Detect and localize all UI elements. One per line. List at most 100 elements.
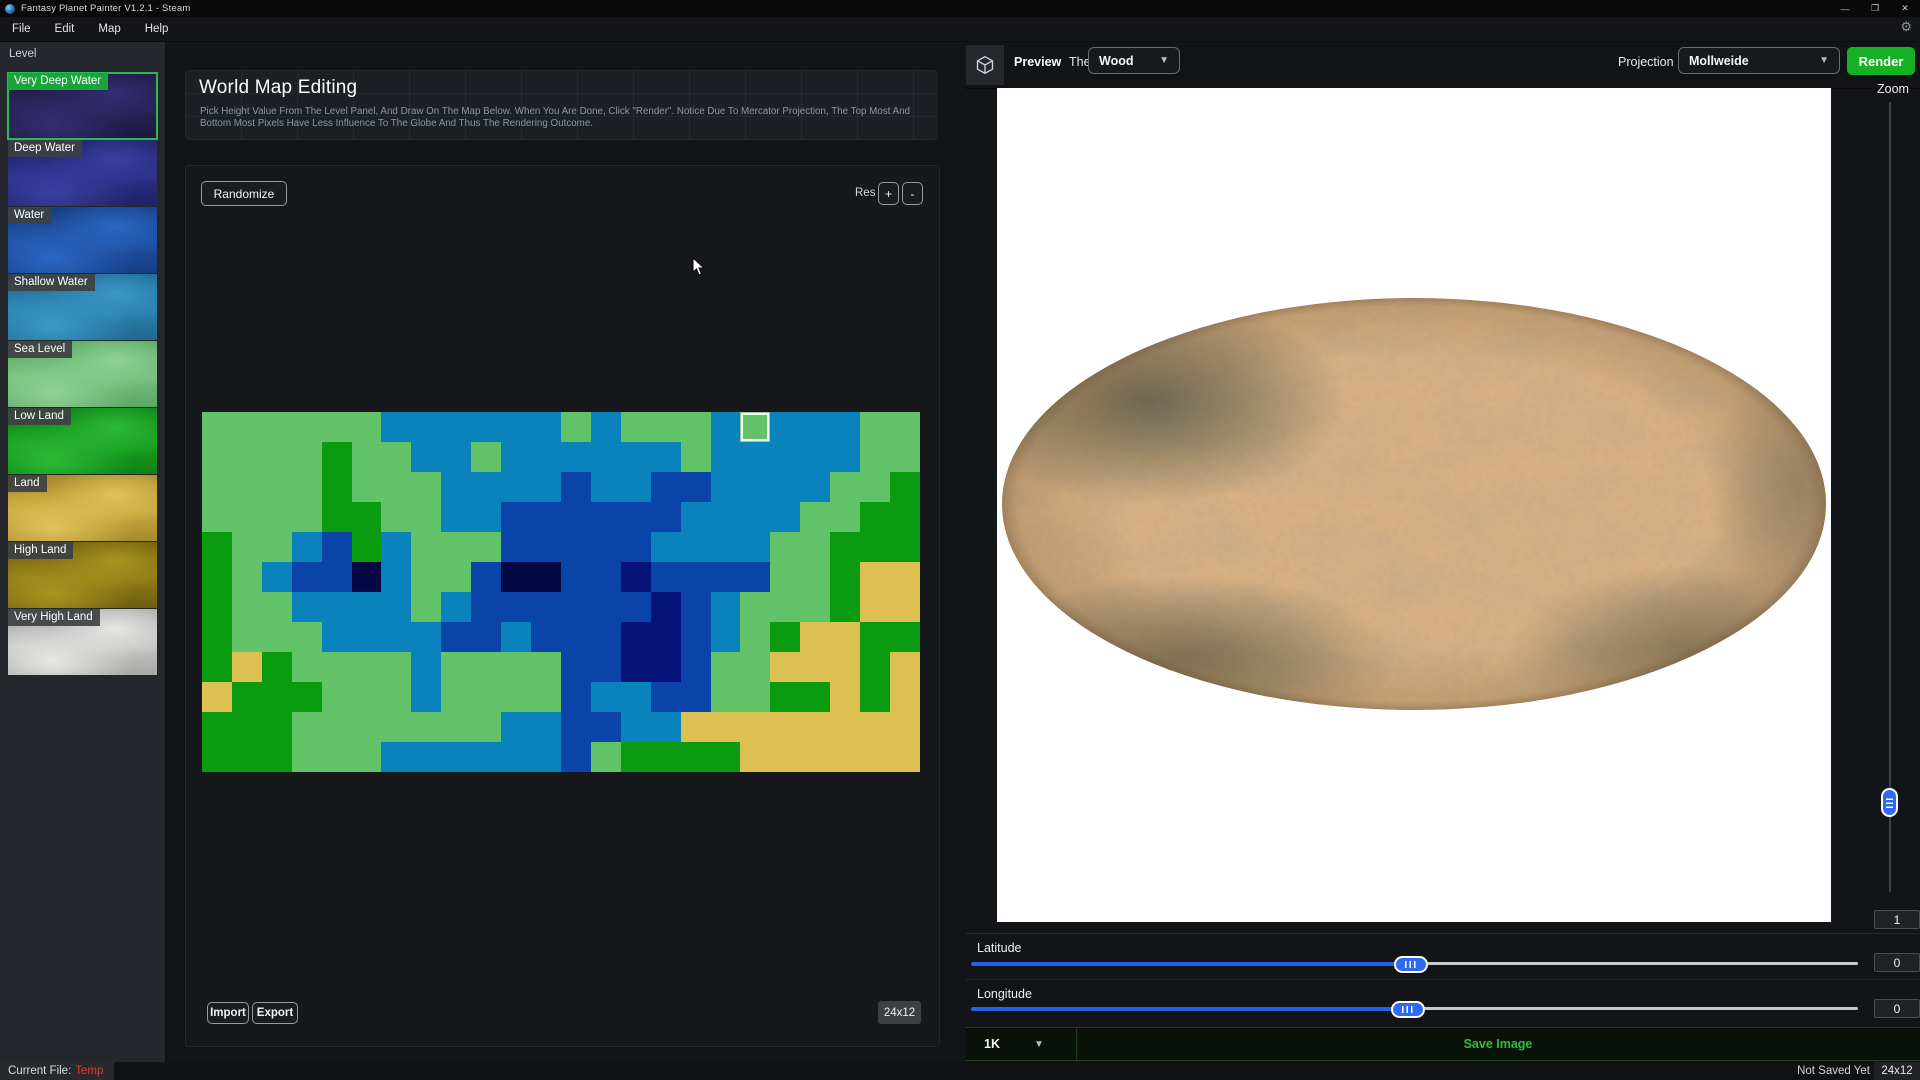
map-cell[interactable]: [651, 562, 681, 592]
map-cell[interactable]: [740, 652, 770, 682]
map-cell[interactable]: [651, 622, 681, 652]
map-cell[interactable]: [441, 742, 471, 772]
map-cell[interactable]: [890, 412, 920, 442]
map-cell[interactable]: [232, 652, 262, 682]
map-cell[interactable]: [232, 472, 262, 502]
map-cell[interactable]: [890, 442, 920, 472]
map-cell[interactable]: [292, 712, 322, 742]
level-swatch-land[interactable]: Land: [8, 475, 157, 541]
map-cell[interactable]: [681, 502, 711, 532]
map-cell[interactable]: [681, 622, 711, 652]
map-cell[interactable]: [322, 442, 352, 472]
map-cell[interactable]: [202, 532, 232, 562]
map-cell[interactable]: [322, 472, 352, 502]
map-cell[interactable]: [681, 562, 711, 592]
map-cell[interactable]: [322, 592, 352, 622]
map-cell[interactable]: [262, 742, 292, 772]
map-cell[interactable]: [890, 592, 920, 622]
map-cell[interactable]: [770, 682, 800, 712]
map-cell[interactable]: [800, 712, 830, 742]
map-cell[interactable]: [770, 532, 800, 562]
map-cell[interactable]: [441, 652, 471, 682]
map-cell[interactable]: [770, 592, 800, 622]
map-cell[interactable]: [561, 592, 591, 622]
map-cell[interactable]: [292, 592, 322, 622]
map-cell[interactable]: [531, 622, 561, 652]
map-cell[interactable]: [381, 622, 411, 652]
map-cell[interactable]: [322, 712, 352, 742]
map-cell[interactable]: [381, 412, 411, 442]
resolution-select[interactable]: 1K ▼: [966, 1028, 1077, 1060]
map-cell[interactable]: [651, 472, 681, 502]
map-cell[interactable]: [441, 712, 471, 742]
level-swatch-shallow-water[interactable]: Shallow Water: [8, 274, 157, 340]
map-cell[interactable]: [262, 442, 292, 472]
map-cell[interactable]: [740, 742, 770, 772]
map-cell[interactable]: [352, 652, 382, 682]
map-cell[interactable]: [740, 592, 770, 622]
map-cell[interactable]: [232, 442, 262, 472]
map-cell[interactable]: [770, 472, 800, 502]
menu-map[interactable]: Map: [86, 23, 132, 35]
map-cell[interactable]: [262, 562, 292, 592]
map-cell[interactable]: [262, 472, 292, 502]
map-cell[interactable]: [202, 622, 232, 652]
map-cell[interactable]: [681, 592, 711, 622]
map-cell[interactable]: [800, 412, 830, 442]
map-cell[interactable]: [531, 412, 561, 442]
map-cell[interactable]: [830, 742, 860, 772]
map-cell[interactable]: [591, 442, 621, 472]
map-cell[interactable]: [561, 442, 591, 472]
map-cell[interactable]: [621, 532, 651, 562]
map-cell[interactable]: [770, 622, 800, 652]
map-cell[interactable]: [621, 712, 651, 742]
map-cell[interactable]: [711, 682, 741, 712]
map-cell[interactable]: [740, 562, 770, 592]
randomize-button[interactable]: Randomize: [201, 181, 287, 206]
map-cell[interactable]: [531, 532, 561, 562]
map-cell[interactable]: [322, 742, 352, 772]
map-cell[interactable]: [800, 652, 830, 682]
zoom-value-input[interactable]: 1: [1874, 910, 1920, 929]
map-cell[interactable]: [531, 442, 561, 472]
map-cell[interactable]: [501, 502, 531, 532]
map-cell[interactable]: [651, 592, 681, 622]
map-cell[interactable]: [890, 652, 920, 682]
map-cell[interactable]: [770, 412, 800, 442]
map-cell[interactable]: [591, 652, 621, 682]
map-cell[interactable]: [471, 472, 501, 502]
map-cell[interactable]: [890, 712, 920, 742]
res-increase-button[interactable]: +: [878, 182, 899, 205]
map-cell[interactable]: [591, 532, 621, 562]
map-cell[interactable]: [711, 562, 741, 592]
map-cell[interactable]: [441, 502, 471, 532]
map-cell[interactable]: [352, 712, 382, 742]
save-image-button[interactable]: Save Image: [1076, 1028, 1920, 1060]
map-cell[interactable]: [262, 592, 292, 622]
map-cell[interactable]: [740, 442, 770, 472]
map-cell[interactable]: [471, 742, 501, 772]
map-cell[interactable]: [471, 652, 501, 682]
zoom-slider-thumb[interactable]: [1881, 788, 1898, 817]
map-cell[interactable]: [441, 592, 471, 622]
map-cell[interactable]: [621, 442, 651, 472]
map-cell[interactable]: [202, 682, 232, 712]
map-cell[interactable]: [860, 592, 890, 622]
map-cell[interactable]: [740, 502, 770, 532]
map-cell[interactable]: [381, 502, 411, 532]
map-cell[interactable]: [411, 442, 441, 472]
map-cell[interactable]: [531, 712, 561, 742]
map-cell[interactable]: [292, 742, 322, 772]
map-cell[interactable]: [561, 652, 591, 682]
map-cell[interactable]: [232, 742, 262, 772]
map-cell[interactable]: [890, 622, 920, 652]
map-cell[interactable]: [681, 742, 711, 772]
map-cell[interactable]: [292, 472, 322, 502]
map-cell[interactable]: [411, 532, 441, 562]
map-cell[interactable]: [651, 742, 681, 772]
longitude-slider-rest[interactable]: [1423, 1007, 1858, 1010]
map-cell[interactable]: [352, 562, 382, 592]
map-cell[interactable]: [621, 742, 651, 772]
map-cell[interactable]: [292, 562, 322, 592]
map-cell[interactable]: [711, 502, 741, 532]
